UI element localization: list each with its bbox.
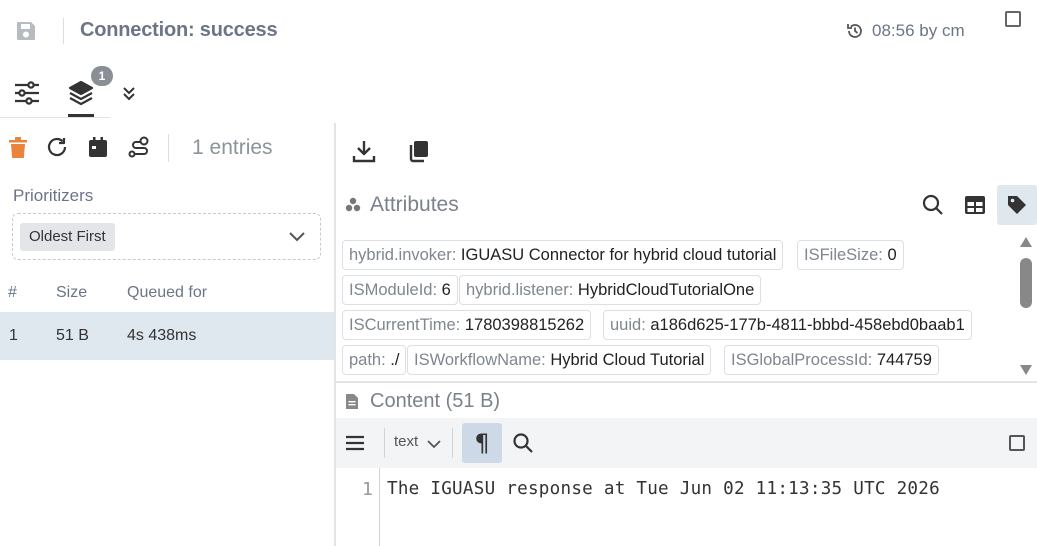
queue-count-badge: 1 [91,66,113,86]
attribute-chip[interactable]: ISCurrentTime: 1780398815262 [342,310,592,340]
attribute-value: 6 [441,281,451,299]
editor-checkbox[interactable] [1009,435,1025,451]
sliders-icon [15,81,39,105]
prioritizer-chip[interactable]: Oldest First [20,223,115,251]
attribute-value: 744759 [876,351,932,369]
scroll-up-arrow[interactable] [1019,236,1033,248]
panel-splitter[interactable] [334,123,336,546]
attribute-key: hybrid.invoker: [349,246,457,264]
attribute-value: a186d625-177b-4811-bbbd-458ebd0baab1 [650,316,965,334]
tab-queue[interactable] [68,80,94,106]
attribute-key: hybrid.listener: [466,281,574,299]
editor-gutter-divider [379,468,380,546]
layers-icon [68,80,94,106]
toolbar-divider [384,428,385,458]
table-view-icon[interactable] [963,193,987,217]
scrollbar-thumb[interactable] [1020,258,1032,308]
section-splitter[interactable] [336,381,1037,383]
line-number: 1 [362,479,373,500]
attributes-list: hybrid.invoker: IGUASU Connector for hyb… [340,238,1016,380]
download-icon[interactable] [352,139,376,163]
row-number-cell: 1 [9,327,18,344]
attribute-key: ISCurrentTime: [349,316,461,334]
search-icon[interactable] [921,193,945,217]
attribute-chip[interactable]: path: ./ [342,345,407,375]
tag-icon[interactable] [1006,194,1028,216]
content-title: Content (51 B) [370,390,501,412]
row-size-cell: 51 B [56,327,89,344]
connection-title: Connection: success [80,19,278,41]
copy-icon[interactable] [407,139,431,163]
toolbar-divider [452,428,453,458]
header-checkbox[interactable] [1005,11,1021,27]
chevron-down-icon[interactable] [287,226,307,246]
attribute-key: ISWorkflowName: [414,351,546,369]
column-header-queued-for[interactable]: Queued for [127,284,207,302]
toolbar-divider [168,134,169,162]
calendar-icon[interactable] [88,136,108,158]
chevron-double-down-icon[interactable] [121,85,137,101]
attribute-value: 1780398815262 [464,316,585,334]
tab-settings[interactable] [14,81,40,105]
attributes-title: Attributes [370,193,459,216]
route-icon[interactable] [128,136,150,158]
attribute-chip[interactable]: ISGlobalProcessId: 744759 [724,345,939,375]
refresh-icon[interactable] [46,136,68,158]
attribute-key: ISModuleId: [349,281,438,299]
attribute-value: ./ [390,351,400,369]
attribute-value: HybridCloudTutorialOne [577,281,755,299]
scroll-down-arrow[interactable] [1019,364,1033,376]
attribute-key: path: [349,351,386,369]
attribute-chip[interactable]: uuid: a186d625-177b-4811-bbbd-458ebd0baa… [603,310,972,340]
column-header-number[interactable]: # [8,284,17,302]
editor-mode-select[interactable]: text [394,433,418,450]
attributes-icon [345,197,361,213]
last-modified-timestamp: 08:56 by cm [872,21,965,40]
attribute-chip[interactable]: ISModuleId: 6 [342,275,458,305]
attribute-chip[interactable]: hybrid.listener: HybridCloudTutorialOne [459,275,762,305]
pilcrow-icon[interactable]: ¶ [470,431,494,455]
attribute-value: 0 [887,246,897,264]
editor-line[interactable]: The IGUASU response at Tue Jun 02 11:13:… [387,479,940,499]
attribute-chip[interactable]: hybrid.invoker: IGUASU Connector for hyb… [342,240,784,270]
attribute-chip[interactable]: ISFileSize: 0 [797,240,904,270]
column-header-size[interactable]: Size [56,284,87,302]
history-icon [846,22,864,40]
attribute-key: uuid: [610,316,646,334]
attribute-key: ISGlobalProcessId: [731,351,873,369]
attribute-value: IGUASU Connector for hybrid cloud tutori… [460,246,777,264]
trash-icon[interactable] [9,137,27,159]
entries-count: 1 entries [192,136,273,159]
attribute-key: ISFileSize: [804,246,883,264]
menu-icon[interactable] [345,433,365,453]
tabs-divider [0,117,110,118]
prioritizers-label: Prioritizers [13,186,94,205]
chevron-down-icon[interactable] [426,436,442,452]
file-icon [346,394,358,409]
attribute-value: Hybrid Cloud Tutorial [550,351,705,369]
row-queued-cell: 4s 438ms [127,327,197,344]
save-icon[interactable] [15,20,37,42]
attribute-chip[interactable]: ISWorkflowName: Hybrid Cloud Tutorial [407,345,712,375]
search-icon[interactable] [512,432,534,454]
header-divider [63,18,64,44]
